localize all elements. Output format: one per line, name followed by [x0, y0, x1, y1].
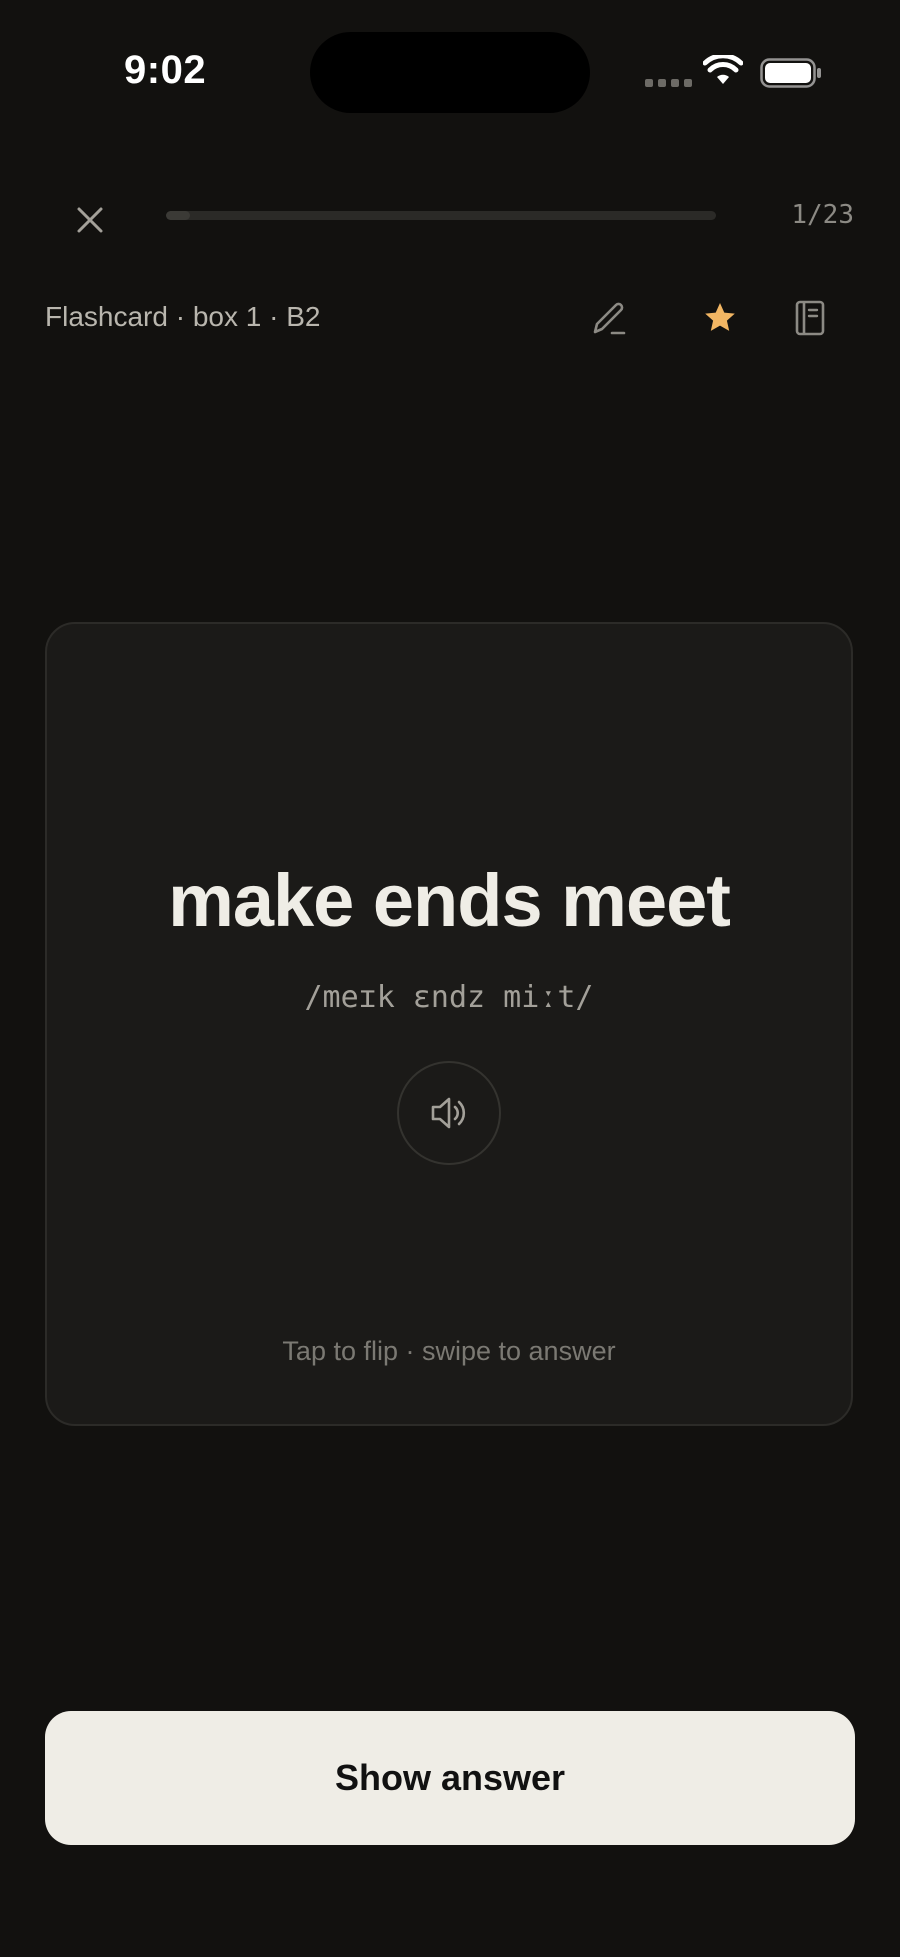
- notebook-button[interactable]: [786, 294, 834, 342]
- show-answer-button[interactable]: Show answer: [45, 1711, 855, 1845]
- battery-icon: [760, 58, 821, 88]
- progress-fill: [166, 211, 190, 220]
- edit-button[interactable]: [585, 294, 633, 342]
- speaker-icon: [431, 1097, 466, 1129]
- cellular-signal-icon: [645, 79, 692, 87]
- card-meta-label: Flashcard · box 1 · B2: [45, 301, 321, 332]
- status-time: 9:02: [124, 48, 207, 92]
- card-pronunciation: /meɪk ɛndz miːt/: [304, 980, 594, 1015]
- play-audio-button[interactable]: [397, 1061, 501, 1165]
- dynamic-island: [310, 32, 590, 113]
- close-icon: [77, 207, 103, 233]
- status-bar: 9:02: [0, 0, 900, 150]
- card-hint: Tap to flip · swipe to answer: [282, 1336, 616, 1366]
- card-word: make ends meet: [168, 859, 731, 942]
- pencil-icon: [593, 302, 626, 335]
- wifi-icon: [703, 55, 743, 84]
- star-icon: [705, 303, 735, 331]
- flashcard[interactable]: make ends meet /meɪk ɛndz miːt/ Tap to f…: [45, 622, 853, 1426]
- favorite-button[interactable]: [696, 294, 744, 342]
- progress-bar: [166, 211, 716, 220]
- notebook-icon: [795, 300, 825, 336]
- progress-counter: 1/23: [791, 200, 854, 230]
- close-button[interactable]: [66, 196, 114, 244]
